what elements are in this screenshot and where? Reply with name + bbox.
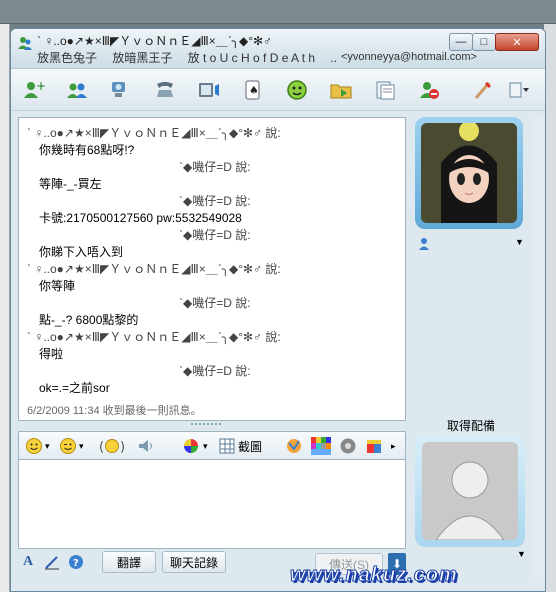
svg-text:): ) xyxy=(120,440,125,455)
wink-icon[interactable]: ▾ xyxy=(59,436,84,456)
message-sender: ˋ ♀..o●↗★×Ⅲ◤ＹｖｏＮｎＥ◢Ⅲ×＿ˊ╮◆°✻♂ 說: xyxy=(27,126,281,140)
gift-icon[interactable] xyxy=(365,436,383,456)
svg-text:♠: ♠ xyxy=(249,84,259,97)
media-icon[interactable] xyxy=(195,76,223,104)
close-button[interactable]: ✕ xyxy=(495,33,539,51)
message-sender: ˋ◆嘰仔=D 說: xyxy=(179,228,251,242)
activities-icon[interactable] xyxy=(283,76,311,104)
watermark: www.nakuz.com xyxy=(290,564,458,587)
font-color-icon[interactable]: ▾ xyxy=(181,436,208,456)
contact-personal-message: 放黑色兔子 放暗黑王子 放 t o U c H o f D e A t h ..… xyxy=(37,51,337,65)
background-color-icon[interactable] xyxy=(311,436,331,456)
desktop-left-strip xyxy=(0,24,10,592)
message-sender: ˋ◆嘰仔=D 說: xyxy=(179,364,251,378)
chat-window: ˋ ♀..o●↗★×Ⅲ◤ＹｖｏＮｎＥ◢Ⅲ×＿ˊ╮◆°✻♂ 放黑色兔子 放暗黑王子… xyxy=(10,28,546,592)
invite-icon[interactable]: + xyxy=(19,76,47,104)
font-button[interactable]: A xyxy=(18,551,38,573)
translate-button[interactable]: 翻譯 xyxy=(102,551,156,573)
message-text: 得啦 xyxy=(39,347,64,361)
get-accessories-link[interactable]: 取得配備 xyxy=(447,417,495,434)
desktop-top-bar xyxy=(0,0,556,24)
message-sender: ˋ ♀..o●↗★×Ⅲ◤ＹｖｏＮｎＥ◢Ⅲ×＿ˊ╮◆°✻♂ 說: xyxy=(27,330,281,344)
games-icon[interactable]: ♠ xyxy=(239,76,267,104)
screenshot-button[interactable]: 截圖 xyxy=(219,436,262,456)
notes-icon[interactable] xyxy=(371,76,399,104)
message-text: 你幾時有68點呀!? xyxy=(39,143,135,157)
menu-icon[interactable] xyxy=(505,76,533,104)
screenshot-label: 截圖 xyxy=(238,439,263,454)
my-avatar xyxy=(422,442,518,540)
handwriting-icon[interactable] xyxy=(42,551,62,573)
minimize-button[interactable]: — xyxy=(449,33,473,51)
contact-email: <yvonneyya@hotmail.com> xyxy=(341,51,477,63)
wink-animation-icon[interactable] xyxy=(285,436,303,456)
video-call-icon[interactable] xyxy=(107,76,135,104)
title-bar[interactable]: ˋ ♀..o●↗★×Ⅲ◤ＹｖｏＮｎＥ◢Ⅲ×＿ˊ╮◆°✻♂ 放黑色兔子 放暗黑王子… xyxy=(11,29,545,69)
chat-history[interactable]: ˋ ♀..o●↗★×Ⅲ◤ＹｖｏＮｎＥ◢Ⅲ×＿ˊ╮◆°✻♂ 說: 你幾時有68點呀… xyxy=(18,117,406,421)
last-message-status: 6/2/2009 11:34 收到最後一則訊息。 xyxy=(27,405,202,417)
message-sender: ˋ◆嘰仔=D 說: xyxy=(179,160,251,174)
message-sender: ˋ ♀..o●↗★×Ⅲ◤ＹｖｏＮｎＥ◢Ⅲ×＿ˊ╮◆°✻♂ 說: xyxy=(27,262,281,276)
message-text: 你等陣 xyxy=(39,279,76,293)
folder-icon[interactable] xyxy=(327,76,355,104)
message-text: 等陣-_-買左 xyxy=(39,177,102,191)
main-toolbar: + ♠ xyxy=(11,69,545,111)
message-sender: ˋ◆嘰仔=D 說: xyxy=(179,296,251,310)
contact-avatar-frame[interactable] xyxy=(415,117,523,229)
message-sender: ˋ◆嘰仔=D 說: xyxy=(179,194,251,208)
more-arrow-icon[interactable]: ▸ xyxy=(391,436,396,456)
svg-text:+: + xyxy=(36,79,45,93)
svg-text:?: ? xyxy=(73,558,79,569)
contact-name: ˋ ♀..o●↗★×Ⅲ◤ＹｖｏＮｎＥ◢Ⅲ×＿ˊ╮◆°✻♂ xyxy=(37,34,273,48)
my-avatar-menu-arrow-icon[interactable]: ▼ xyxy=(517,549,526,559)
chat-history-button[interactable]: 聊天記錄 xyxy=(162,551,226,573)
voice-clip-icon[interactable] xyxy=(137,436,155,456)
paint-icon[interactable] xyxy=(469,76,497,104)
svg-text:(: ( xyxy=(99,440,104,455)
message-text: 點-_-? 6800點黎的 xyxy=(39,313,139,327)
share-files-icon[interactable] xyxy=(63,76,91,104)
help-icon[interactable]: ? xyxy=(66,551,86,573)
contact-avatar xyxy=(421,123,517,223)
message-input[interactable] xyxy=(18,459,406,549)
message-text: 卡號:2170500127560 pw:5532549028 xyxy=(39,211,242,225)
sound-icon[interactable] xyxy=(339,436,357,456)
contact-status-row: ▼ xyxy=(415,237,525,255)
emoticon-icon[interactable]: ▾ xyxy=(25,436,50,456)
maximize-button[interactable]: □ xyxy=(472,33,496,51)
message-text: ok=.=之前sor xyxy=(39,381,110,395)
contact-status-icon xyxy=(419,238,429,250)
block-icon[interactable] xyxy=(415,76,443,104)
input-toolbar: ▾ ▾ () ▾ 截圖 ▸ xyxy=(18,431,406,459)
contact-menu-arrow-icon[interactable]: ▼ xyxy=(515,237,524,247)
window-scrollbar[interactable] xyxy=(533,117,543,577)
grid-icon xyxy=(219,438,235,454)
pane-splitter[interactable] xyxy=(191,423,221,427)
messenger-buddy-icon xyxy=(18,37,32,50)
my-avatar-frame[interactable] xyxy=(415,435,525,547)
call-icon[interactable] xyxy=(151,76,179,104)
nudge-icon[interactable]: () xyxy=(99,436,125,456)
message-text: 你睇下入唔入到 xyxy=(39,245,124,259)
